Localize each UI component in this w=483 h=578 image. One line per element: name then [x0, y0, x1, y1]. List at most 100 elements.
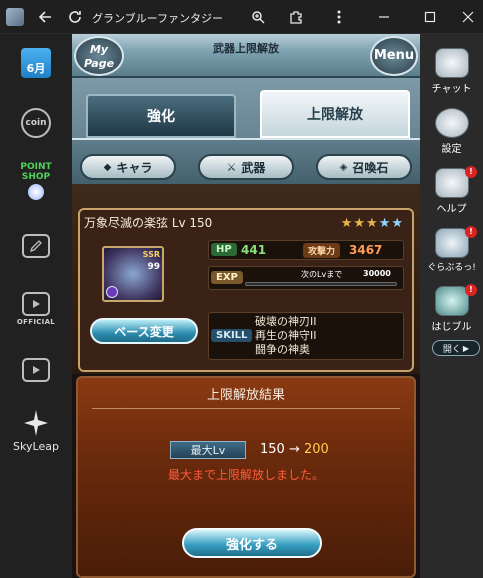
star-blue-icon: ★ — [378, 216, 392, 231]
max-lv-label: 最大Lv — [170, 441, 246, 459]
star-filled-icon: ★ — [340, 216, 354, 231]
max-lv-new: 200 — [304, 442, 329, 457]
skill-label: SKILL — [211, 329, 253, 342]
max-lv-values: 150 → 200 — [260, 442, 329, 457]
notification-badge: ! — [465, 166, 477, 178]
guraburu-label: ぐらぶるっ! — [427, 263, 476, 273]
plus-value: 99 — [147, 262, 160, 272]
result-divider — [92, 408, 400, 409]
chat-label: チャット — [431, 84, 472, 95]
star-blue-icon: ★ — [391, 216, 404, 231]
reload-icon[interactable] — [62, 0, 88, 34]
video-button[interactable] — [0, 358, 72, 382]
app-window: グランブルーファンタジー 6月 coin POINT SHOP OFFICIAL… — [0, 0, 483, 578]
window-title: グランブルーファンタジー — [92, 12, 224, 25]
help-book-icon — [434, 168, 469, 198]
skill-list: 破壊の神刃II 再生の神守II 闘争の神奥 — [255, 315, 317, 357]
chat-button[interactable]: チャット — [420, 48, 483, 95]
point-shop-button[interactable]: POINT SHOP — [0, 162, 72, 200]
edit-icon — [22, 234, 50, 258]
title-bar: グランブルーファンタジー — [0, 0, 483, 34]
base-change-button[interactable]: ベース変更 — [90, 318, 198, 344]
skyleap-icon — [24, 410, 48, 436]
back-icon[interactable] — [32, 0, 58, 34]
tab-enhance[interactable]: 強化 — [86, 94, 236, 138]
official-label: OFFICIAL — [16, 318, 56, 326]
arrow-icon: → — [288, 442, 300, 457]
close-icon[interactable] — [454, 0, 482, 34]
uncap-stars: ★★★★★ — [341, 216, 404, 231]
zoom-icon[interactable] — [246, 0, 270, 34]
maximize-icon[interactable] — [416, 0, 444, 34]
skyleap-button[interactable]: SkyLeap — [0, 408, 72, 453]
next-lv-label: 次のLvまで — [301, 270, 343, 279]
left-sidebar: 6月 coin POINT SHOP OFFICIAL SkyLeap — [0, 34, 72, 578]
max-lv-old: 150 — [260, 442, 285, 457]
mypage-button[interactable]: My Page — [74, 36, 124, 76]
sword-icon: ⚔ — [226, 160, 237, 174]
skill-item: 破壊の神刃II — [255, 315, 317, 328]
gear-icon — [434, 108, 469, 138]
star-filled-icon: ★ — [366, 216, 379, 231]
weapon-label: 武器 — [241, 160, 266, 175]
skill-box: SKILL 破壊の神刃II 再生の神守II 闘争の神奥 — [208, 312, 404, 360]
exp-row: EXP 次のLvまで 30000 — [208, 266, 404, 290]
minimize-icon[interactable] — [370, 0, 398, 34]
coin-button[interactable]: coin — [0, 108, 72, 138]
coin-icon: coin — [21, 108, 51, 138]
summon-label: 召喚石 — [352, 160, 389, 175]
extension-icon[interactable] — [284, 0, 308, 34]
official-video-button[interactable]: OFFICIAL — [0, 292, 72, 326]
help-label: ヘルプ — [436, 204, 467, 215]
hp-value: 441 — [241, 243, 267, 257]
weapon-thumbnail[interactable]: SSR 99 — [102, 246, 164, 302]
tab-uncap[interactable]: 上限解放 — [260, 90, 410, 138]
edit-button[interactable] — [0, 234, 72, 258]
menu-button[interactable]: Menu — [370, 36, 418, 76]
menu-dots-icon[interactable] — [326, 0, 352, 34]
play-icon — [22, 358, 50, 382]
right-sidebar: チャット 設定 ! ヘルプ ! ぐらぶるっ! ! はじブル 開く ▶ — [420, 34, 483, 578]
weapon-panel: 万象尽滅の楽弦 Lv 150 ★★★★★ SSR 99 HP 441 攻撃力 3… — [78, 208, 414, 372]
exp-bar — [245, 282, 397, 286]
exp-label: EXP — [211, 271, 243, 284]
hajiburu-button[interactable]: ! はじブル — [420, 284, 483, 333]
app-icon — [6, 8, 24, 26]
coin-label: coin — [25, 118, 47, 128]
result-message: 最大まで上限解放しました。 — [167, 468, 324, 482]
hajiburu-icon — [434, 286, 469, 316]
hajiburu-label: はじブル — [431, 322, 472, 333]
skill-item: 再生の神守II — [255, 329, 317, 342]
character-label: キャラ — [116, 160, 153, 175]
weapon-name: 万象尽滅の楽弦 Lv 150 — [84, 216, 213, 230]
weapon-button[interactable]: ⚔ 武器 — [198, 154, 294, 180]
notification-badge: ! — [465, 226, 477, 238]
point-shop-label: POINT SHOP — [20, 162, 52, 182]
skyleap-label: SkyLeap — [13, 440, 59, 453]
character-icon: ◆ — [103, 161, 112, 173]
element-icon — [106, 286, 118, 298]
calendar-button[interactable]: 6月 — [0, 48, 72, 78]
character-button[interactable]: ◆ キャラ — [80, 154, 176, 180]
notification-badge: ! — [465, 284, 477, 296]
calendar-label: 6月 — [26, 62, 46, 75]
atk-value: 3467 — [349, 243, 383, 257]
gift-calendar-icon: 6月 — [21, 48, 51, 78]
summon-button[interactable]: ◈ 召喚石 — [316, 154, 412, 180]
open-button[interactable]: 開く ▶ — [432, 340, 480, 356]
stat-row: HP 441 攻撃力 3467 — [208, 240, 404, 260]
hp-label: HP — [211, 243, 237, 256]
page-title: 武器上限解放 — [213, 42, 279, 55]
help-button[interactable]: ! ヘルプ — [420, 166, 483, 215]
enhance-button[interactable]: 強化する — [182, 528, 322, 558]
guraburu-icon — [434, 228, 469, 258]
guraburu-button[interactable]: ! ぐらぶるっ! — [420, 226, 483, 273]
point-shop-icon — [28, 184, 44, 200]
chevron-right-icon: ▶ — [462, 343, 470, 353]
settings-button[interactable]: 設定 — [420, 108, 483, 155]
game-header: 武器上限解放 — [72, 34, 420, 78]
uncap-result-dialog: 上限解放結果 最大Lv 150 → 200 最大まで上限解放しました。 強化する — [76, 376, 416, 578]
category-bar: ◆ キャラ ⚔ 武器 ◈ 召喚石 — [72, 138, 420, 184]
chat-icon — [434, 48, 469, 78]
skill-item: 闘争の神奥 — [255, 343, 310, 356]
